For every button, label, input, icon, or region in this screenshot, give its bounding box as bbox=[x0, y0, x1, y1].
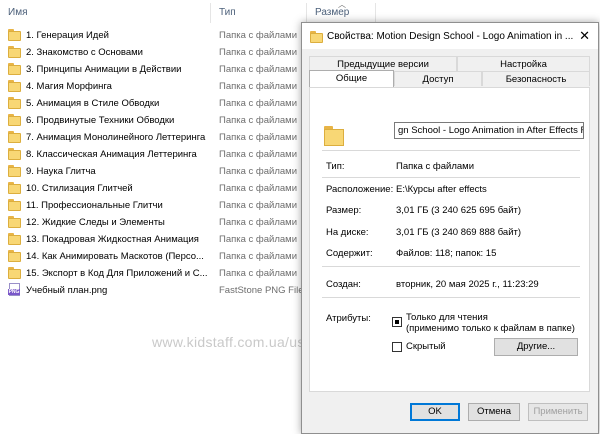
readonly-checkbox[interactable] bbox=[392, 317, 402, 327]
divider bbox=[322, 297, 580, 298]
folder-name-field[interactable]: gn School - Logo Animation in After Effe… bbox=[394, 122, 584, 139]
type-label: Тип: bbox=[326, 161, 345, 172]
apply-button[interactable]: Применить bbox=[528, 403, 588, 421]
file-type: Папка с файлами bbox=[219, 115, 298, 126]
file-name: 6. Продвинутые Техники Обводки bbox=[26, 115, 175, 126]
folder-icon bbox=[8, 46, 22, 58]
tab-row-front: Общие Доступ Безопасность bbox=[309, 70, 590, 87]
file-type: Папка с файлами bbox=[219, 98, 298, 109]
folder-icon bbox=[324, 126, 346, 146]
size-on-disk-value: 3,01 ГБ (3 240 869 888 байт) bbox=[396, 227, 522, 238]
file-name: 2. Знакомство с Основами bbox=[26, 47, 143, 58]
file-name: 3. Принципы Анимации в Действии bbox=[26, 64, 182, 75]
column-separator[interactable] bbox=[306, 3, 307, 23]
folder-icon bbox=[8, 97, 22, 109]
file-type: Папка с файлами bbox=[219, 251, 298, 262]
size-value: 3,01 ГБ (3 240 625 695 байт) bbox=[396, 205, 522, 216]
column-separator[interactable] bbox=[375, 3, 376, 23]
column-separator[interactable] bbox=[210, 3, 211, 23]
file-name: 1. Генерация Идей bbox=[26, 30, 109, 41]
folder-icon bbox=[8, 148, 22, 160]
file-type: FastStone PNG File bbox=[219, 285, 304, 296]
folder-icon bbox=[8, 114, 22, 126]
png-file-icon: PNG bbox=[8, 283, 21, 297]
divider bbox=[322, 177, 580, 178]
file-name: 7. Анимация Монолинейного Леттеринга bbox=[26, 132, 206, 143]
readonly-hint: (применимо только к файлам в папке) bbox=[406, 323, 575, 334]
attributes-label: Атрибуты: bbox=[326, 313, 371, 324]
folder-icon bbox=[8, 63, 22, 75]
column-header-name[interactable]: Имя bbox=[8, 7, 27, 18]
location-label: Расположение: bbox=[326, 184, 394, 195]
created-label: Создан: bbox=[326, 279, 361, 290]
tab-previous-versions[interactable]: Предыдущие версии bbox=[309, 56, 457, 71]
file-name: 13. Покадровая Жидкостная Анимация bbox=[26, 234, 199, 245]
file-type: Папка с файлами bbox=[219, 81, 298, 92]
size-label: Размер: bbox=[326, 205, 362, 216]
type-value: Папка с файлами bbox=[396, 161, 475, 172]
file-type: Папка с файлами bbox=[219, 166, 298, 177]
hidden-checkbox[interactable] bbox=[392, 342, 402, 352]
folder-icon bbox=[8, 216, 22, 228]
file-type: Папка с файлами bbox=[219, 183, 298, 194]
file-name: 11. Профессиональные Глитчи bbox=[26, 200, 163, 211]
file-type: Папка с файлами bbox=[219, 217, 298, 228]
dialog-titlebar[interactable]: Свойства: Motion Design School - Logo An… bbox=[302, 23, 598, 49]
folder-icon bbox=[8, 233, 22, 245]
column-header-size[interactable]: Размер bbox=[315, 7, 349, 18]
ok-button[interactable]: OK bbox=[410, 403, 460, 421]
cancel-button[interactable]: Отмена bbox=[468, 403, 520, 421]
close-icon[interactable]: ✕ bbox=[579, 28, 590, 44]
folder-icon bbox=[8, 199, 22, 211]
file-name: 5. Анимация в Стиле Обводки bbox=[26, 98, 160, 109]
size-on-disk-label: На диске: bbox=[326, 227, 369, 238]
folder-icon bbox=[8, 165, 22, 177]
file-type: Папка с файлами bbox=[219, 268, 298, 279]
file-type: Папка с файлами bbox=[219, 47, 298, 58]
contains-label: Содержит: bbox=[326, 248, 373, 259]
file-name: 9. Наука Глитча bbox=[26, 166, 96, 177]
file-name: 8. Классическая Анимация Леттеринга bbox=[26, 149, 197, 160]
tab-sharing[interactable]: Доступ bbox=[394, 71, 482, 86]
tab-security[interactable]: Безопасность bbox=[482, 71, 590, 86]
dialog-title: Свойства: Motion Design School - Logo An… bbox=[327, 31, 574, 42]
divider bbox=[322, 266, 580, 267]
folder-icon bbox=[8, 131, 22, 143]
properties-dialog: Свойства: Motion Design School - Logo An… bbox=[301, 22, 599, 434]
general-tab-panel: gn School - Logo Animation in After Effe… bbox=[309, 87, 590, 392]
file-type: Папка с файлами bbox=[219, 200, 298, 211]
contains-value: Файлов: 118; папок: 15 bbox=[396, 248, 497, 259]
readonly-label: Только для чтения bbox=[406, 312, 488, 323]
file-type: Папка с файлами bbox=[219, 64, 298, 75]
file-type: Папка с файлами bbox=[219, 30, 298, 41]
folder-icon bbox=[8, 182, 22, 194]
file-name: 4. Магия Морфинга bbox=[26, 81, 112, 92]
divider bbox=[322, 150, 580, 151]
folder-icon bbox=[8, 267, 22, 279]
tab-general[interactable]: Общие bbox=[309, 70, 394, 87]
hidden-label: Скрытый bbox=[406, 341, 446, 352]
file-type: Папка с файлами bbox=[219, 149, 298, 160]
folder-icon bbox=[8, 80, 22, 92]
column-header-type[interactable]: Тип bbox=[219, 7, 236, 18]
file-name: Учебный план.png bbox=[26, 285, 108, 296]
file-name: 12. Жидкие Следы и Элементы bbox=[26, 217, 165, 228]
file-name: 15. Экспорт в Код Для Приложений и С... bbox=[26, 268, 208, 279]
file-type: Папка с файлами bbox=[219, 234, 298, 245]
tab-customize[interactable]: Настройка bbox=[457, 56, 590, 71]
file-name: 14. Как Анимировать Маскотов (Персо... bbox=[26, 251, 204, 262]
folder-icon bbox=[8, 250, 22, 262]
location-value: E:\Курсы after effects bbox=[396, 184, 487, 195]
file-name: 10. Стилизация Глитчей bbox=[26, 183, 133, 194]
other-attributes-button[interactable]: Другие... bbox=[494, 338, 578, 356]
folder-icon bbox=[310, 31, 323, 43]
created-value: вторник, 20 мая 2025 г., 11:23:29 bbox=[396, 279, 539, 290]
file-type: Папка с файлами bbox=[219, 132, 298, 143]
folder-icon bbox=[8, 29, 22, 41]
